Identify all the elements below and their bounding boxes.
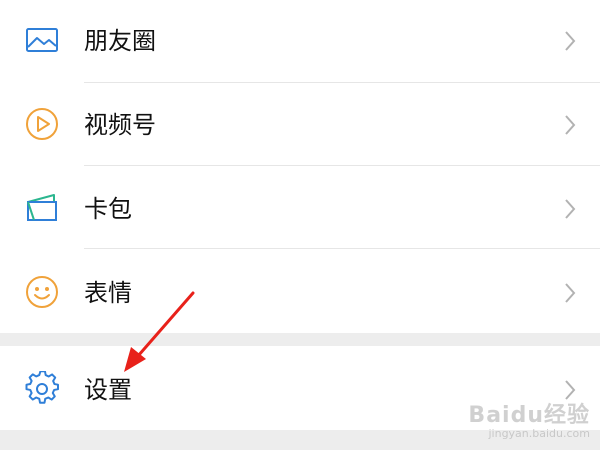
menu-item-label: 表情 (84, 279, 132, 307)
watermark-brand: Baidu经验 (468, 403, 590, 428)
gear-icon (24, 371, 60, 407)
menu-item-label: 卡包 (84, 195, 132, 223)
menu-item-card-wallet[interactable]: 卡包 (0, 166, 600, 248)
menu-item-moments[interactable]: 朋友圈 (0, 0, 600, 82)
baidu-watermark: Baidu经验 jingyan.baidu.com (468, 397, 590, 440)
menu-item-label: 设置 (84, 376, 132, 404)
menu-item-channels[interactable]: 视频号 (0, 83, 600, 165)
section-gap (0, 333, 600, 346)
sticker-smile-icon (24, 274, 60, 310)
menu-item-label: 视频号 (84, 111, 156, 139)
wechat-discover-menu: 朋友圈 视频号 卡包 表情 设置 Baidu经验 jingyan.baidu.c… (0, 0, 600, 450)
card-wallet-icon (24, 190, 60, 226)
chevron-right-icon (562, 29, 578, 53)
moments-icon (24, 22, 60, 58)
menu-item-label: 朋友圈 (84, 27, 156, 55)
channels-play-icon (24, 106, 60, 142)
chevron-right-icon (562, 281, 578, 305)
chevron-right-icon (562, 197, 578, 221)
chevron-right-icon (562, 113, 578, 137)
menu-item-stickers[interactable]: 表情 (0, 249, 600, 333)
